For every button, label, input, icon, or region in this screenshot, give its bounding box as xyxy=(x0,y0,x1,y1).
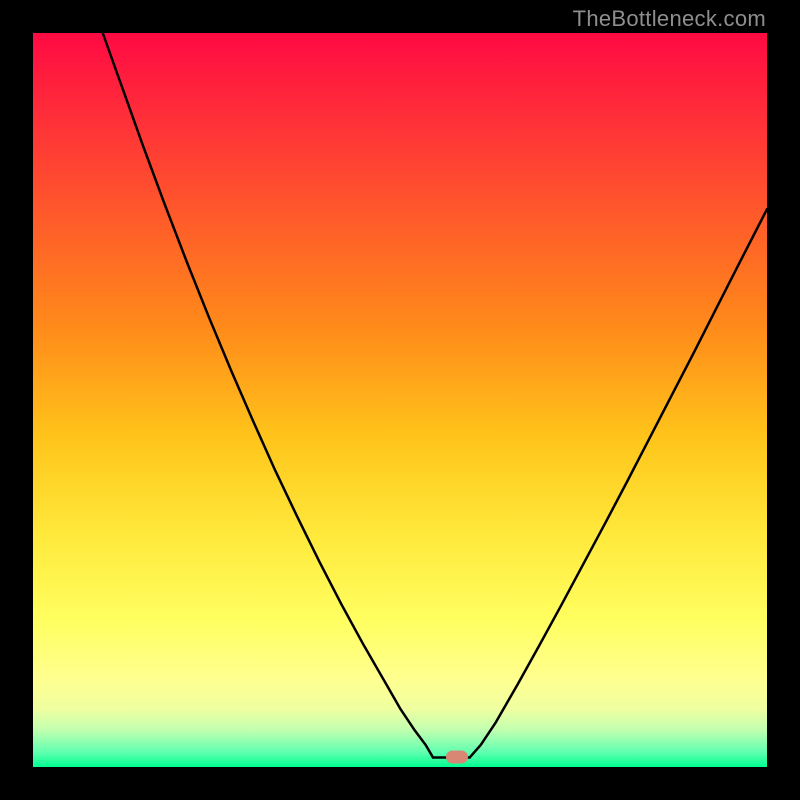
curve-right-path xyxy=(470,209,767,757)
attribution-text: TheBottleneck.com xyxy=(573,6,766,32)
curve-left-path xyxy=(103,33,433,757)
plot-area xyxy=(33,33,767,767)
minimum-marker xyxy=(446,751,468,764)
curve-layer xyxy=(33,33,767,767)
chart-frame: TheBottleneck.com xyxy=(0,0,800,800)
